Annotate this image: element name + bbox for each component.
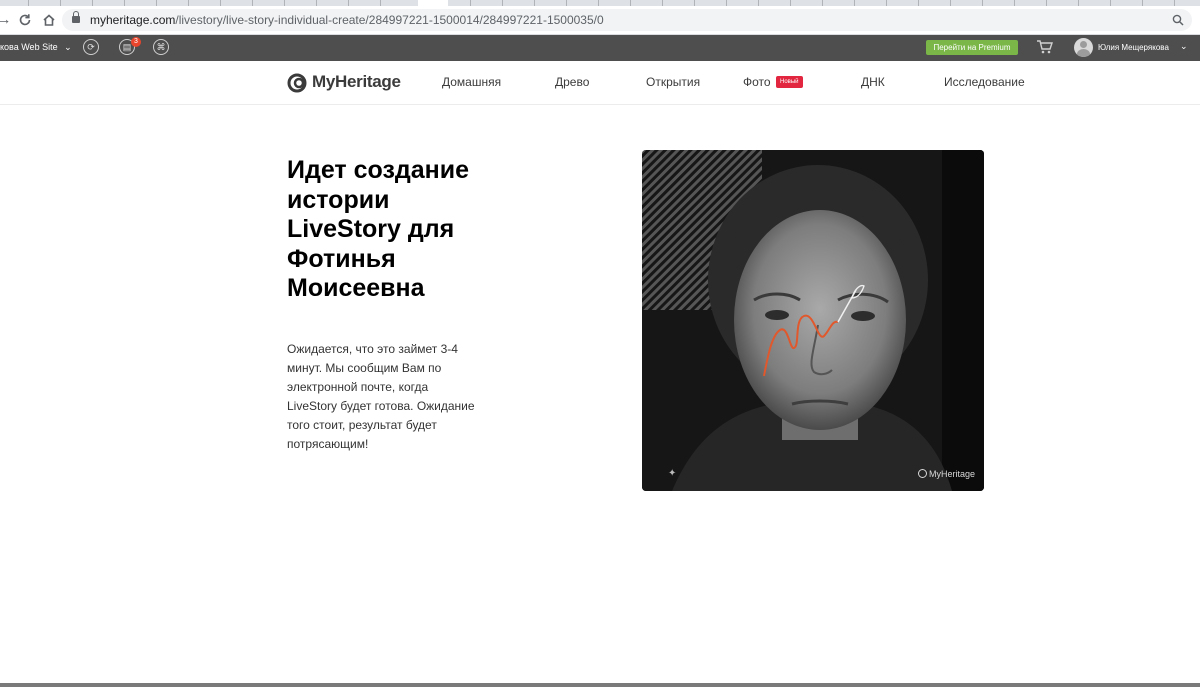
page-title: Идет создание истории LiveStory для Фоти… <box>287 156 470 302</box>
new-badge: Новый <box>776 76 803 88</box>
logo-text: MyHeritage <box>312 72 401 91</box>
magic-wand-icon: ✦ <box>668 468 677 479</box>
livestory-photo: ✦ MyHeritage <box>642 150 984 491</box>
chevron-down-icon: ⌄ <box>64 42 72 52</box>
sync-icon[interactable]: ⟳ <box>83 39 99 55</box>
reload-icon[interactable] <box>15 10 35 30</box>
url-path: /livestory/live-story-individual-create/… <box>175 13 604 27</box>
home-icon[interactable] <box>39 10 59 30</box>
nav-item-dna[interactable]: ДНК <box>861 75 885 89</box>
chevron-down-icon[interactable]: ⌄ <box>1180 41 1188 52</box>
nav-item-photos[interactable]: Фото <box>743 75 771 89</box>
cart-icon[interactable] <box>1036 39 1054 55</box>
premium-button[interactable]: Перейти на Premium <box>926 40 1018 55</box>
admin-toolbar: кова Web Site ⌄ ⟳ ▤ 3 ⌘ Перейти на Premi… <box>0 35 1200 61</box>
url-field[interactable]: myheritage.com/livestory/live-story-indi… <box>62 9 1192 31</box>
tree-icon[interactable]: ⌘ <box>153 39 169 55</box>
page-description: Ожидается, что это займет 3-4 минут. Мы … <box>287 342 475 451</box>
myheritage-watermark: MyHeritage <box>918 469 975 479</box>
nav-item-discoveries[interactable]: Открытия <box>646 75 700 89</box>
user-name[interactable]: Юлия Мещерякова <box>1098 43 1169 52</box>
main-nav: MyHeritage Домашняя Древо Открытия Фото … <box>0 61 1200 105</box>
notifications-count-badge: 3 <box>131 37 141 47</box>
lock-icon[interactable] <box>72 11 80 23</box>
forward-arrow-icon[interactable]: → <box>0 10 14 30</box>
nav-item-research[interactable]: Исследование <box>944 75 1025 89</box>
bottom-border <box>0 683 1200 687</box>
user-avatar[interactable] <box>1074 38 1093 57</box>
url-text: myheritage.com/livestory/live-story-indi… <box>90 13 604 27</box>
myheritage-logo-icon <box>287 73 307 93</box>
address-bar: → myheritage.com/livestory/live-story-in… <box>0 6 1200 35</box>
site-selector-label: кова Web Site <box>0 42 58 52</box>
nav-item-tree[interactable]: Древо <box>555 75 589 89</box>
myheritage-watermark-icon <box>918 469 927 478</box>
nav-item-home[interactable]: Домашняя <box>442 75 501 89</box>
watermark-text: MyHeritage <box>929 469 976 479</box>
zoom-icon[interactable] <box>1172 12 1184 29</box>
url-host: myheritage.com <box>90 13 176 27</box>
site-selector[interactable]: кова Web Site ⌄ <box>0 42 72 53</box>
